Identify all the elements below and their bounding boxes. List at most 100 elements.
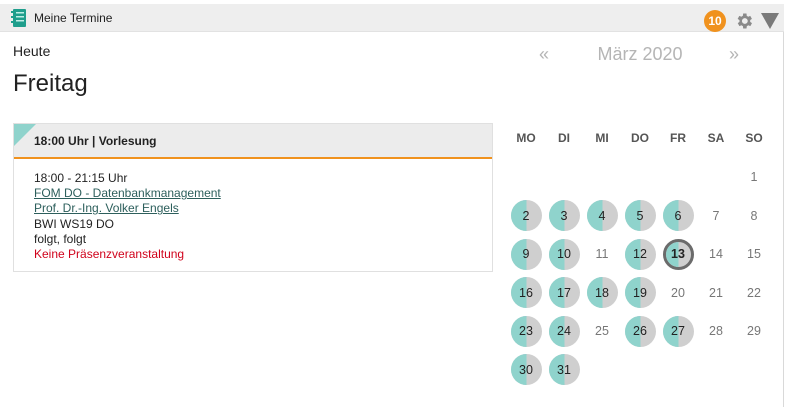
calendar-day-number: 13 — [671, 247, 685, 262]
gear-icon[interactable] — [734, 11, 754, 31]
calendar-cell: 20 — [659, 274, 697, 313]
calendar-day[interactable]: 17 — [548, 277, 580, 309]
calendar-day[interactable]: 18 — [586, 277, 618, 309]
calendar-blank-cell — [583, 158, 621, 197]
calendar-day-number: 10 — [557, 247, 571, 262]
widget-titlebar: Meine Termine 10 — [0, 4, 784, 32]
calendar-cell: 8 — [735, 197, 773, 236]
calendar-day[interactable]: 15 — [739, 239, 770, 270]
weekday-header: SA — [707, 131, 725, 145]
weekday-header: DO — [631, 131, 649, 145]
notification-badge[interactable]: 10 — [704, 10, 726, 32]
calendar-day-number: 4 — [598, 208, 606, 223]
calendar-day[interactable]: 8 — [739, 200, 770, 231]
event-note: Keine Präsenzveranstaltung — [34, 247, 185, 262]
calendar-day[interactable]: 24 — [548, 315, 580, 347]
calendar-day-number: 8 — [750, 208, 758, 223]
calendar-cell: 6 — [659, 197, 697, 236]
calendar-day-today[interactable]: 13 — [662, 238, 694, 270]
calendar-day[interactable]: 28 — [701, 316, 732, 347]
calendar-day[interactable]: 9 — [510, 238, 542, 270]
calendar-day[interactable]: 12 — [624, 238, 656, 270]
calendar-blank-cell — [659, 158, 697, 197]
calendar-day[interactable]: 21 — [701, 277, 732, 308]
calendar-day[interactable]: 29 — [739, 316, 770, 347]
calendar-blank-cell — [545, 158, 583, 197]
calendar-day[interactable]: 4 — [586, 200, 618, 232]
event-header-title: 18:00 Uhr | Vorlesung — [34, 134, 157, 148]
calendar-grid: MO DI MI DO FR SA SO 1 2 3 4 5 6 7 8 9 10 11 12 13 14 15 16 17… — [507, 124, 773, 389]
calendar-cell: 13 — [659, 235, 697, 274]
calendar-day-number: 21 — [709, 285, 723, 300]
calendar-day[interactable]: 31 — [548, 354, 580, 386]
event-course-link[interactable]: FOM DO - Datenbankmanagement — [34, 186, 221, 201]
calendar-day-number: 25 — [595, 324, 609, 339]
weekday-header: MI — [595, 131, 609, 145]
event-card[interactable]: 18:00 Uhr | Vorlesung 18:00 - 21:15 Uhr … — [13, 123, 493, 272]
calendar-cell: 28 — [697, 312, 735, 351]
calendar-day[interactable]: 6 — [662, 200, 694, 232]
day-name-heading: Freitag — [13, 70, 88, 97]
calendar-cell: 26 — [621, 312, 659, 351]
calendar-cell: 10 — [545, 235, 583, 274]
calendar-weekday-row: MO DI MI DO FR SA SO — [507, 124, 773, 152]
calendar-day[interactable]: 25 — [587, 316, 618, 347]
calendar-cell: 29 — [735, 312, 773, 351]
calendar-day[interactable]: 10 — [548, 238, 580, 270]
calendar-day[interactable]: 20 — [663, 277, 694, 308]
calendar-day-number: 3 — [560, 208, 568, 223]
calendar-cell: 25 — [583, 312, 621, 351]
calendar-day-number: 2 — [522, 208, 530, 223]
calendar-day-number: 5 — [636, 208, 644, 223]
calendar-day[interactable]: 7 — [701, 200, 732, 231]
calendar-day-number: 19 — [633, 285, 647, 300]
calendar-cell: 5 — [621, 197, 659, 236]
calendar-day[interactable]: 3 — [548, 200, 580, 232]
calendar-day[interactable]: 22 — [739, 277, 770, 308]
calendar-day-number: 9 — [522, 247, 530, 262]
calendar-cell: 31 — [545, 351, 583, 390]
calendar-day-number: 29 — [747, 324, 761, 339]
calendar-day[interactable]: 11 — [587, 239, 618, 270]
calendar-blank-cell — [507, 158, 545, 197]
calendar-cell: 7 — [697, 197, 735, 236]
calendar-day-number: 30 — [519, 362, 533, 377]
calendar-day[interactable]: 23 — [510, 315, 542, 347]
calendar-day[interactable]: 27 — [662, 315, 694, 347]
calendar-day[interactable]: 2 — [510, 200, 542, 232]
calendar-day-number: 6 — [674, 208, 682, 223]
calendar-days: 1 2 3 4 5 6 7 8 9 10 11 12 13 14 15 16 17 18 19 20 21 22 23 24 2… — [507, 158, 773, 389]
calendar-day-number: 14 — [709, 247, 723, 262]
calendar-cell: 1 — [735, 158, 773, 197]
calendar-cell: 30 — [507, 351, 545, 390]
calendar-day[interactable]: 19 — [624, 277, 656, 309]
calendar-day-number: 20 — [671, 285, 685, 300]
calendar-day[interactable]: 5 — [624, 200, 656, 232]
calendar-day[interactable]: 26 — [624, 315, 656, 347]
calendar-prev-button[interactable]: « — [539, 44, 549, 65]
calendar-day[interactable]: 30 — [510, 354, 542, 386]
calendar-day-number: 24 — [557, 324, 571, 339]
event-room: folgt, folgt — [34, 231, 87, 246]
calendar-day-number: 26 — [633, 324, 647, 339]
weekday-header: SO — [745, 131, 763, 145]
calendar-day-number: 7 — [712, 208, 720, 223]
calendar-cell: 14 — [697, 235, 735, 274]
weekday-header: DI — [558, 131, 570, 145]
calendar-cell: 11 — [583, 235, 621, 274]
event-header[interactable]: 18:00 Uhr | Vorlesung — [14, 124, 492, 159]
calendar-blank-cell — [621, 158, 659, 197]
calendar-next-button[interactable]: » — [729, 44, 739, 65]
calendar-day[interactable]: 16 — [510, 277, 542, 309]
calendar-day[interactable]: 1 — [739, 162, 770, 193]
event-lecturer-link[interactable]: Prof. Dr.-Ing. Volker Engels — [34, 201, 221, 216]
calendar-cell: 18 — [583, 274, 621, 313]
calendar-day-number: 12 — [633, 247, 647, 262]
calendar-month-title: März 2020 — [597, 44, 683, 64]
calendar-cell: 9 — [507, 235, 545, 274]
calendar-cell: 17 — [545, 274, 583, 313]
calendar-cell: 27 — [659, 312, 697, 351]
triangle-down-icon[interactable] — [761, 13, 779, 29]
calendar-day[interactable]: 14 — [701, 239, 732, 270]
calendar-day-number: 22 — [747, 285, 761, 300]
